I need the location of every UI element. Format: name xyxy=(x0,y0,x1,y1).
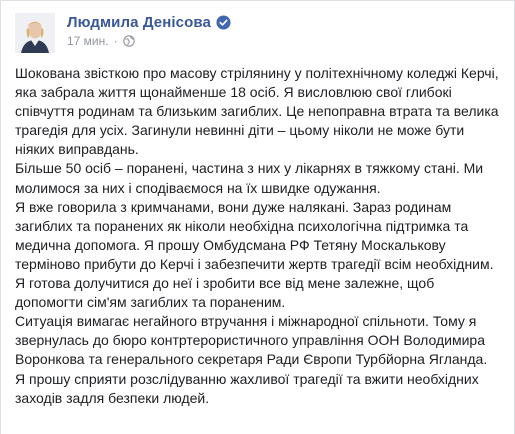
post-meta: Людмила Денісова 17 мин. · xyxy=(67,13,231,48)
post-paragraph: Шокована звісткою про масову стрілянину … xyxy=(15,65,499,158)
verified-badge-icon xyxy=(216,15,231,30)
author-name[interactable]: Людмила Денісова xyxy=(67,14,211,31)
post-paragraph: Ситуація вимагає негайного втручання і м… xyxy=(15,313,488,406)
post-body: Шокована звісткою про масову стрілянину … xyxy=(15,64,501,408)
post-header: Людмила Денісова 17 мин. · xyxy=(15,13,231,57)
author-avatar[interactable] xyxy=(15,13,55,53)
facebook-post: Людмила Денісова 17 мин. · Шокована звіс… xyxy=(0,0,515,434)
author-row: Людмила Денісова xyxy=(67,14,231,31)
post-paragraph: Більше 50 осіб – поранені, частина з них… xyxy=(15,160,484,196)
post-paragraph: Я вже говорила з кримчанами, вони дуже н… xyxy=(15,198,494,311)
post-timestamp[interactable]: 17 мин. xyxy=(67,34,109,48)
meta-separator: · xyxy=(113,34,118,48)
globe-icon[interactable] xyxy=(122,35,135,47)
timestamp-row: 17 мин. · xyxy=(67,34,231,48)
avatar-photo xyxy=(15,13,55,53)
